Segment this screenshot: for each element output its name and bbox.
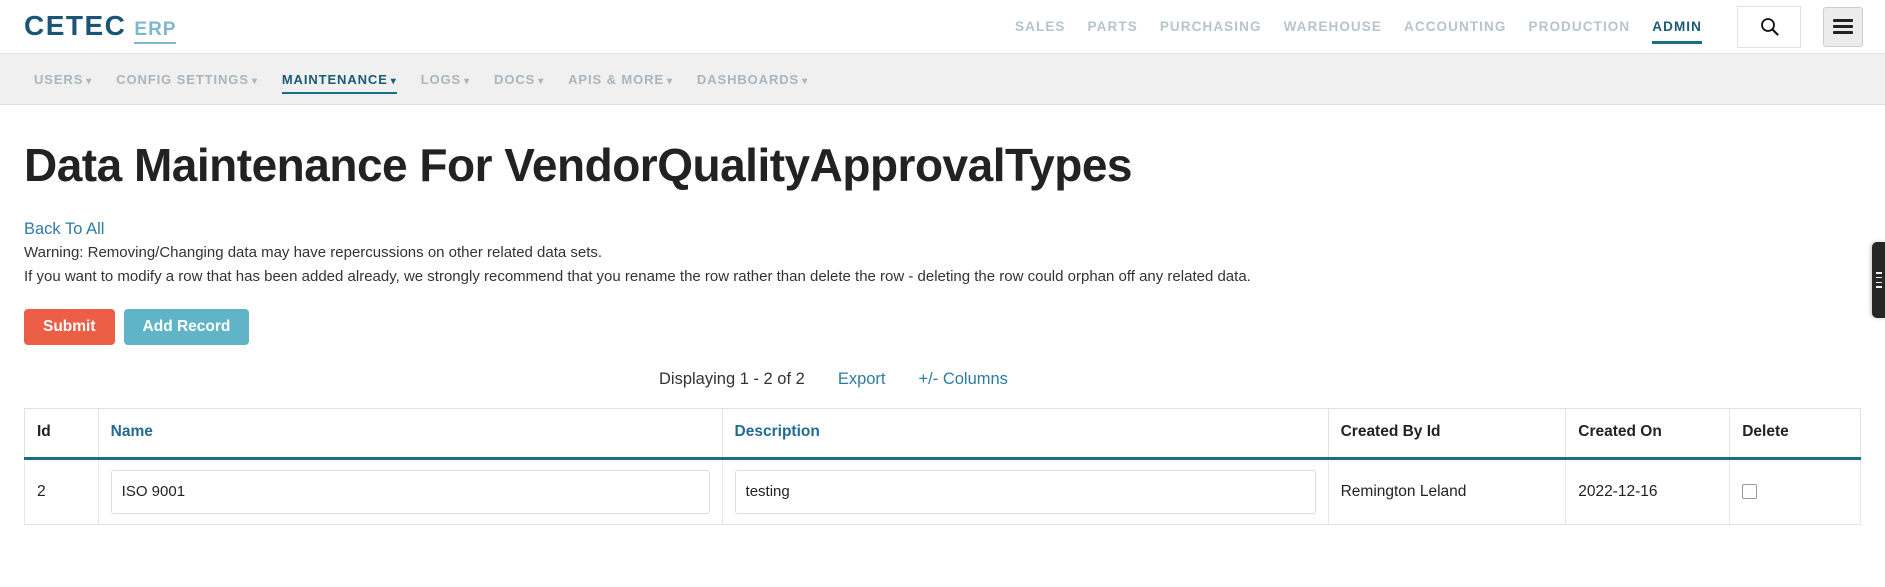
nav-item-purchasing[interactable]: PURCHASING <box>1149 0 1273 54</box>
brand-logo[interactable]: CETEC ERP <box>24 9 177 44</box>
column-header-created-on[interactable]: Created On <box>1565 407 1730 460</box>
description-input[interactable] <box>734 469 1316 514</box>
subnav-label-dashboards: DASHBOARDS <box>696 71 800 87</box>
subnav-item-logs[interactable]: LOGS ▾ <box>409 54 482 105</box>
chevron-down-icon: ▾ <box>390 75 397 87</box>
edge-tab-line-icon <box>1875 281 1882 284</box>
search-button[interactable] <box>1737 5 1801 48</box>
subnav-item-docs[interactable]: DOCS ▾ <box>482 54 556 105</box>
name-input[interactable] <box>110 469 710 514</box>
cell-name <box>97 458 723 525</box>
table-header-row: Id Name Description Created By Id Create… <box>24 407 1861 460</box>
delete-checkbox[interactable] <box>1742 483 1758 499</box>
subnav-item-dashboards[interactable]: DASHBOARDS ▾ <box>685 54 820 105</box>
subnav-item-apis-and-more[interactable]: APIS & MORE ▾ <box>556 54 685 105</box>
main-nav: SALES PARTS PURCHASING WAREHOUSE ACCOUNT… <box>1004 0 1713 54</box>
page-content: Data Maintenance For VendorQualityApprov… <box>0 138 1885 587</box>
subnav-label-apis-and-more: APIS & MORE <box>568 71 664 87</box>
cell-description <box>721 458 1329 525</box>
table-meta-row: Displaying 1 - 2 of 2 Export +/- Columns <box>24 370 1861 389</box>
data-maintenance-table: Id Name Description Created By Id Create… <box>24 407 1861 525</box>
export-link[interactable]: Export <box>838 370 886 389</box>
nav-item-warehouse[interactable]: WAREHOUSE <box>1273 0 1393 54</box>
cell-created-on: 2022-12-16 <box>1565 458 1730 525</box>
cell-created-by-id: Remington Leland <box>1327 458 1566 525</box>
cell-delete <box>1729 458 1861 525</box>
column-header-id[interactable]: Id <box>24 407 99 460</box>
subnav-label-maintenance: MAINTENANCE <box>281 71 388 87</box>
edge-tab-line-icon <box>1875 276 1882 279</box>
nav-item-accounting[interactable]: ACCOUNTING <box>1393 0 1518 54</box>
chevron-down-icon: ▾ <box>464 75 471 87</box>
top-header: CETEC ERP SALES PARTS PURCHASING WAREHOU… <box>0 0 1885 54</box>
subnav-label-logs: LOGS <box>420 71 462 87</box>
chevron-down-icon: ▾ <box>251 75 258 87</box>
brand-suffix: ERP <box>134 19 177 44</box>
column-header-description[interactable]: Description <box>721 407 1329 460</box>
edge-tab-line-icon <box>1875 286 1882 288</box>
back-to-all-link[interactable]: Back To All <box>24 220 104 239</box>
add-record-button[interactable]: Add Record <box>123 308 250 345</box>
menu-button[interactable] <box>1823 6 1863 47</box>
submit-button[interactable]: Submit <box>24 308 115 345</box>
subnav-item-maintenance[interactable]: MAINTENANCE ▾ <box>270 54 409 105</box>
nav-item-production[interactable]: PRODUCTION <box>1518 0 1642 54</box>
warning-line-2: If you want to modify a row that has bee… <box>24 268 1251 286</box>
search-icon <box>1760 18 1779 36</box>
admin-subnav: USERS ▾ CONFIG SETTINGS ▾ MAINTENANCE ▾ LOG… <box>0 54 1885 105</box>
action-button-row: Submit Add Record <box>24 308 1861 345</box>
column-header-created-by-id[interactable]: Created By Id <box>1327 407 1566 460</box>
displaying-count: Displaying 1 - 2 of 2 <box>659 369 805 388</box>
chevron-down-icon: ▾ <box>802 75 809 87</box>
warning-line-1: Warning: Removing/Changing data may have… <box>24 244 603 261</box>
table-head: Id Name Description Created By Id Create… <box>24 407 1861 460</box>
chevron-down-icon: ▾ <box>538 75 545 87</box>
page-title: Data Maintenance For VendorQualityApprov… <box>24 139 1133 191</box>
column-header-delete[interactable]: Delete <box>1729 407 1861 460</box>
nav-item-parts[interactable]: PARTS <box>1077 0 1149 54</box>
column-header-name[interactable]: Name <box>97 407 723 460</box>
toggle-columns-link[interactable]: +/- Columns <box>919 370 1008 389</box>
subnav-label-users: USERS <box>34 71 84 87</box>
table-body: 2 Remington Leland 2022-12-16 <box>24 458 1861 525</box>
chevron-down-icon: ▾ <box>86 75 93 87</box>
nav-item-admin[interactable]: ADMIN <box>1641 0 1713 54</box>
edge-tab-line-icon <box>1875 272 1882 274</box>
chevron-down-icon: ▾ <box>667 75 673 87</box>
brand-name: CETEC <box>24 9 127 41</box>
feedback-edge-tab[interactable] <box>1872 242 1885 318</box>
subnav-label-docs: DOCS <box>494 71 536 87</box>
subnav-item-users[interactable]: USERS ▾ <box>22 54 104 105</box>
table-row: 2 Remington Leland 2022-12-16 <box>24 458 1861 525</box>
subnav-item-config-settings[interactable]: CONFIG SETTINGS ▾ <box>104 54 270 105</box>
hamburger-icon <box>1833 16 1853 37</box>
nav-item-sales[interactable]: SALES <box>1004 0 1077 54</box>
subnav-label-config-settings: CONFIG SETTINGS <box>116 71 249 87</box>
cell-id: 2 <box>24 458 99 525</box>
